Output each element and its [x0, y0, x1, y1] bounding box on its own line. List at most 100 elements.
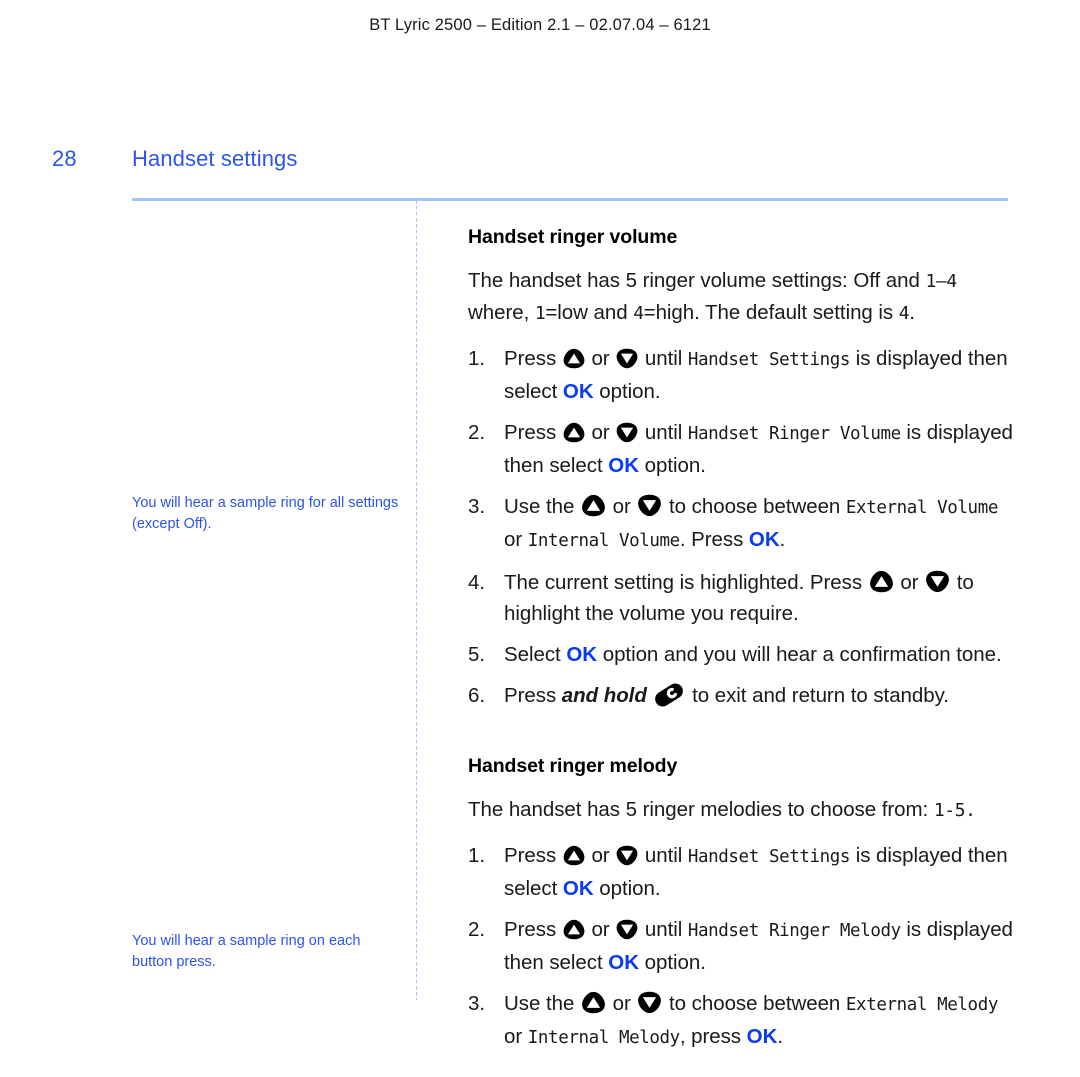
header-divider-rule [132, 198, 1008, 201]
step-text: option and you will hear a confirmation … [597, 643, 1002, 666]
step-number: 1. [468, 347, 485, 370]
steps-list-ringer-volume: 1. Press or until Handset Settings is dis… [468, 343, 1014, 711]
list-item: 4. The current setting is highlighted. Pr… [468, 567, 1014, 629]
up-arrow-key-icon [580, 991, 607, 1014]
page-title-row: 28 Handset settings [0, 146, 1080, 182]
ok-softkey-label: OK [746, 1025, 778, 1048]
lcd-menu-label: External Volume [845, 498, 998, 518]
intro-text-part: =low and [545, 301, 634, 324]
step-text: , press [679, 1025, 747, 1048]
lcd-value-4: 4 [633, 303, 644, 324]
step-text: until [639, 918, 688, 941]
sidenote-sample-ring-each-press: You will hear a sample ring on each butt… [132, 933, 361, 970]
lcd-value-1: 1 [534, 303, 546, 324]
step-text: to exit and return to standby. [686, 684, 949, 707]
step-text: until [639, 421, 688, 444]
lcd-menu-label: External Melody [845, 995, 998, 1015]
step-text: Press [504, 347, 562, 370]
list-item: 3. Use the or to choose between External … [468, 491, 1014, 557]
step-text: or [585, 421, 616, 444]
down-arrow-key-icon [924, 570, 951, 593]
step-text: or [606, 495, 637, 518]
sidenote-sample-ring-all-settings: You will hear a sample ring for all sett… [132, 495, 399, 532]
intro-text-part: The handset has 5 ringer volume settings… [468, 269, 926, 292]
step-text: or [504, 528, 528, 551]
step-text: or [585, 918, 616, 941]
down-arrow-key-icon [615, 348, 639, 369]
list-item: 1. Press or until Handset Settings is dis… [468, 343, 1014, 407]
lcd-menu-label-alt: Internal Melody [527, 1028, 680, 1048]
step-number: 2. [468, 918, 485, 941]
up-arrow-key-icon [562, 348, 586, 369]
intro-text-part: where, [468, 301, 535, 324]
up-arrow-key-icon [580, 494, 607, 517]
up-arrow-key-icon [868, 570, 895, 593]
step-text: to choose between [663, 992, 846, 1015]
intro-paragraph-ringer-melody: The handset has 5 ringer melodies to cho… [468, 794, 1014, 826]
step-text: or [894, 571, 925, 594]
emphasis-and-hold: and hold [561, 684, 647, 707]
lcd-range-1-5: 1-5. [933, 800, 976, 821]
list-item: 2. Press or until Handset Ringer Melody i… [468, 914, 1014, 978]
list-item: 2. Press or until Handset Ringer Volume i… [468, 417, 1014, 481]
intro-text-part: . [909, 301, 915, 324]
step-text: or [585, 347, 616, 370]
intro-paragraph-ringer-volume: The handset has 5 ringer volume settings… [468, 265, 1014, 329]
lcd-default-4: 4 [898, 303, 910, 324]
main-content-column: Handset ringer volume The handset has 5 … [468, 226, 1014, 1054]
intro-text-part: The handset has 5 ringer melodies to cho… [468, 798, 934, 821]
down-arrow-key-icon [636, 991, 663, 1014]
step-text: or [585, 844, 616, 867]
step-text: The current setting is highlighted. Pres… [504, 571, 868, 594]
up-arrow-key-icon [562, 845, 586, 866]
step-text: . [777, 1025, 784, 1048]
step-text: Press [504, 421, 562, 444]
up-arrow-key-icon [562, 422, 586, 443]
step-text: option. [639, 454, 706, 477]
intro-text-part: =high. The default setting is [643, 301, 899, 324]
step-number: 2. [468, 421, 485, 444]
running-header: BT Lyric 2500 – Edition 2.1 – 02.07.04 –… [369, 16, 711, 34]
step-text: or [504, 1025, 528, 1048]
page-number: 28 [52, 146, 77, 171]
lcd-menu-label-alt: Internal Volume [527, 531, 680, 551]
ok-softkey-label: OK [562, 380, 594, 403]
column-divider-rule [416, 200, 417, 1000]
step-text: Use the [504, 992, 580, 1015]
step-number: 4. [468, 571, 485, 594]
end-call-key-icon [652, 682, 686, 708]
step-text: or [606, 992, 637, 1015]
step-text: . [779, 528, 786, 551]
step-text: Use the [504, 495, 580, 518]
step-text: to choose between [663, 495, 846, 518]
step-text: Press [504, 684, 562, 707]
ok-softkey-label: OK [748, 528, 780, 551]
list-item: 6. Press and hold to exit and return to s… [468, 680, 1014, 711]
list-item: 3. Use the or to choose between External … [468, 988, 1014, 1054]
ok-softkey-label: OK [608, 951, 639, 974]
step-text: until [639, 347, 688, 370]
up-arrow-key-icon [562, 919, 586, 940]
step-number: 1. [468, 844, 485, 867]
step-text: Select [504, 643, 567, 666]
down-arrow-key-icon [615, 919, 639, 940]
section-title: Handset settings [132, 146, 298, 171]
lcd-menu-label: Handset Ringer Volume [687, 424, 901, 444]
ok-softkey-label: OK [566, 643, 598, 666]
ok-softkey-label: OK [562, 877, 594, 900]
heading-handset-ringer-melody: Handset ringer melody [468, 755, 678, 777]
step-number: 3. [468, 992, 485, 1015]
step-text: . Press [679, 528, 749, 551]
steps-list-ringer-melody: 1. Press or until Handset Settings is dis… [468, 840, 1014, 1054]
down-arrow-key-icon [615, 422, 639, 443]
step-number: 3. [468, 495, 485, 518]
step-text: Press [504, 844, 562, 867]
step-text: option. [593, 380, 661, 403]
step-number: 6. [468, 684, 485, 707]
lcd-menu-label: Handset Settings [687, 847, 851, 867]
lcd-menu-label: Handset Settings [687, 350, 851, 370]
step-text: Press [504, 918, 562, 941]
list-item: 5. Select OK option and you will hear a c… [468, 639, 1014, 670]
down-arrow-key-icon [615, 845, 639, 866]
ok-softkey-label: OK [608, 454, 639, 477]
